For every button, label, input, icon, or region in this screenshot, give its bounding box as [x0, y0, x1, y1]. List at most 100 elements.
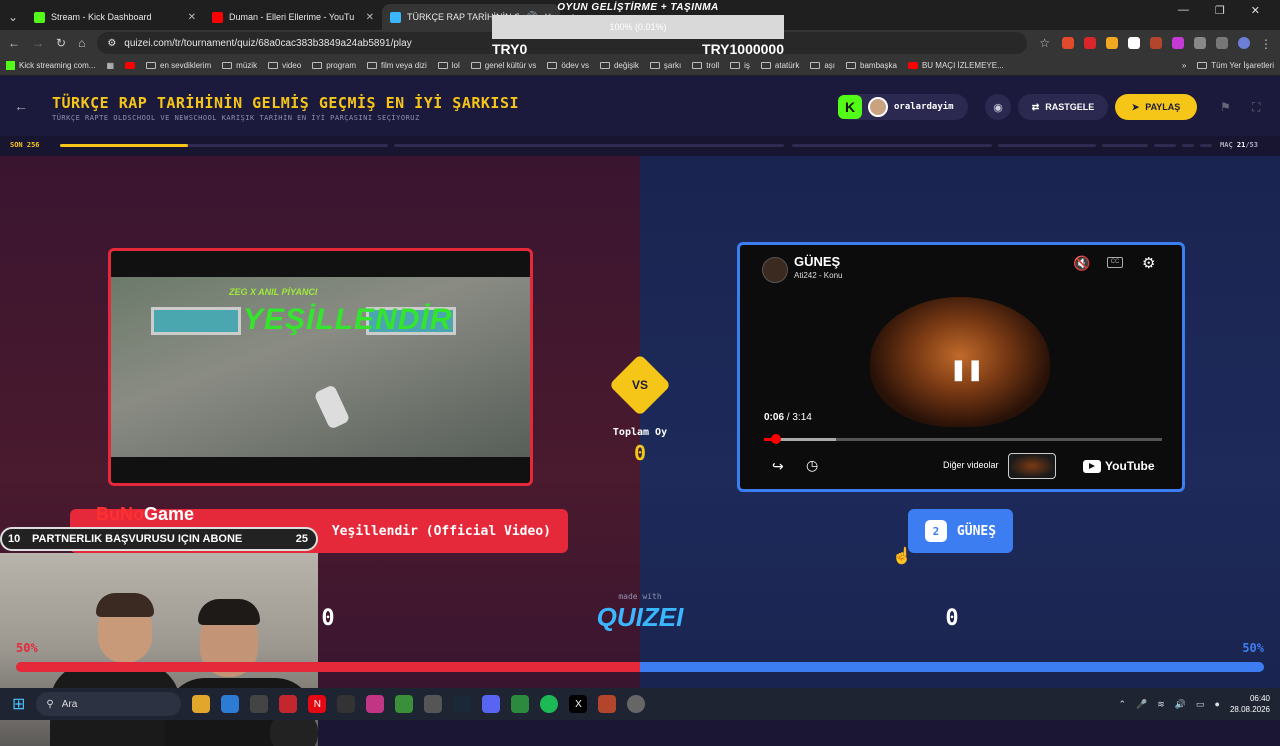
steam-icon[interactable] — [453, 695, 472, 713]
microphone-icon[interactable]: 🎤 — [1136, 699, 1147, 710]
extension-icon[interactable] — [1062, 37, 1074, 49]
app-icon[interactable] — [598, 695, 617, 713]
close-icon[interactable]: ✕ — [366, 12, 374, 23]
extension-icon[interactable] — [1084, 37, 1096, 49]
wifi-icon[interactable]: ≋ — [1157, 699, 1165, 710]
captions-icon[interactable]: CC — [1107, 257, 1123, 268]
bookmark-youtube[interactable]: BU MAÇI İZLEMEYE... — [907, 61, 1004, 70]
seek-handle[interactable] — [771, 434, 782, 444]
discord-icon[interactable] — [482, 695, 501, 713]
mute-icon[interactable]: 🔇 — [1073, 255, 1090, 272]
video-time: 0:06 / 3:14 — [764, 412, 812, 423]
bookmark-label: program — [326, 61, 356, 70]
bookmark-folder[interactable]: şarkı — [649, 61, 681, 70]
bookmark-folder[interactable]: atatürk — [760, 61, 799, 70]
bookmark-folder[interactable]: aşı — [810, 61, 835, 70]
bookmark-folder[interactable]: video — [268, 61, 301, 70]
chevron-right-icon[interactable]: » — [1182, 61, 1186, 70]
app-icon[interactable] — [627, 695, 646, 713]
taskbar-search[interactable]: ⚲ Ara — [36, 692, 182, 716]
random-button[interactable]: ⇄ RASTGELE — [1018, 94, 1108, 120]
extension-icon[interactable] — [1150, 37, 1162, 49]
progress-segment — [1182, 144, 1194, 147]
battery-icon[interactable]: ▭ — [1196, 699, 1205, 710]
eye-icon[interactable]: ◉ — [985, 94, 1011, 120]
bookmark-folder[interactable]: ödev vs — [547, 61, 589, 70]
speedometer-icon[interactable] — [250, 695, 269, 713]
bookmark-star-icon[interactable]: ☆ — [1039, 36, 1050, 50]
bookmark-folder[interactable]: lol — [437, 61, 460, 70]
channel-avatar[interactable] — [762, 257, 788, 283]
x-icon[interactable]: X — [569, 695, 588, 713]
app-icon[interactable] — [511, 695, 530, 713]
more-videos-thumbnail[interactable] — [1008, 453, 1056, 479]
back-icon[interactable]: ← — [8, 36, 20, 50]
youtube-channel-name[interactable]: Ati242 - Konu — [794, 271, 842, 280]
tab-kick-dashboard[interactable]: Stream - Kick Dashboard ✕ — [26, 4, 204, 30]
bookmark-folder[interactable]: değişik — [599, 61, 639, 70]
site-info-icon[interactable]: ⚙ — [107, 38, 116, 49]
bookmark-folder[interactable]: bambaşka — [846, 61, 897, 70]
reload-icon[interactable]: ↻ — [56, 36, 66, 50]
back-arrow-icon[interactable]: ← — [14, 98, 28, 114]
spotify-icon[interactable] — [540, 695, 559, 713]
bookmark-folder[interactable]: en sevdiklerim — [146, 61, 211, 70]
bookmark-folder[interactable]: genel kültür vs — [470, 61, 536, 70]
right-option-button[interactable]: 2 GÜNEŞ — [908, 509, 1013, 553]
share-icon[interactable]: ↪ — [772, 458, 784, 475]
pause-icon[interactable]: ❚❚ — [950, 357, 984, 382]
close-window-icon[interactable]: ✕ — [1251, 4, 1260, 17]
puzzle-icon[interactable] — [1194, 37, 1206, 49]
forward-icon[interactable]: → — [32, 36, 44, 50]
share-button[interactable]: ➤ PAYLAŞ — [1115, 94, 1197, 120]
app-icon[interactable] — [424, 695, 443, 713]
folder-icon — [692, 62, 703, 69]
home-icon[interactable]: ⌂ — [78, 36, 85, 50]
flag-icon[interactable]: ⚑ — [1220, 100, 1231, 114]
bookmark-folder[interactable]: iş — [730, 61, 750, 70]
tab-search-icon[interactable]: ⌄ — [0, 4, 26, 30]
file-explorer-icon[interactable] — [192, 695, 211, 713]
outlook-icon[interactable] — [221, 695, 240, 713]
chevron-up-icon[interactable]: ⌃ — [1118, 699, 1126, 710]
app-icon[interactable] — [279, 695, 298, 713]
windows-start-icon[interactable]: ⊞ — [12, 694, 25, 714]
app-tray-icon[interactable]: ● — [1215, 699, 1220, 709]
progress-fill — [60, 144, 188, 147]
youtube-icon[interactable] — [125, 62, 136, 69]
minimize-icon[interactable]: — — [1178, 4, 1189, 17]
bookmark-kick[interactable]: Kick streaming com... — [6, 61, 95, 70]
tab-youtube-duman[interactable]: Duman - Elleri Ellerime - YouTu ✕ — [204, 4, 382, 30]
gear-icon[interactable]: ⚙ — [1142, 254, 1155, 272]
extension-icon[interactable] — [1128, 37, 1140, 49]
bookmark-folder[interactable]: müzik — [222, 61, 257, 70]
apps-icon[interactable]: ▦ — [106, 61, 114, 70]
instagram-icon[interactable] — [366, 695, 385, 713]
bookmark-folder[interactable]: troll — [692, 61, 719, 70]
right-video-card[interactable]: GÜNEŞ Ati242 - Konu 🔇 CC ⚙ ❚❚ 0:06 / 3:1… — [737, 242, 1185, 492]
profile-avatar[interactable] — [1238, 37, 1250, 49]
netflix-icon[interactable]: N — [308, 695, 327, 713]
maximize-icon[interactable]: ❐ — [1215, 4, 1225, 17]
quizei-logo[interactable]: QUIZEI — [590, 602, 690, 633]
all-bookmarks[interactable]: Tüm Yer İşaretleri — [1197, 61, 1274, 70]
more-videos-label[interactable]: Diğer videolar — [943, 460, 999, 470]
match-total: /53 — [1245, 141, 1258, 149]
close-icon[interactable]: ✕ — [188, 12, 196, 23]
bookmark-folder[interactable]: film veya dizi — [366, 61, 427, 70]
youtube-logo[interactable]: YouTube — [1083, 459, 1155, 473]
bookmark-folder[interactable]: program — [312, 61, 356, 70]
chatgpt-icon[interactable] — [337, 695, 356, 713]
watch-later-icon[interactable]: ◷ — [806, 457, 818, 474]
volume-icon[interactable]: 🔊 — [1175, 699, 1186, 710]
clock[interactable]: 06:40 28.08.2026 — [1230, 693, 1270, 715]
more-icon[interactable]: ⋮ — [1260, 37, 1272, 51]
youtube-video-title[interactable]: GÜNEŞ — [794, 254, 840, 269]
share-label: PAYLAŞ — [1145, 102, 1181, 112]
extension-icon[interactable] — [1172, 37, 1184, 49]
fullscreen-icon[interactable]: ⛶ — [1252, 100, 1260, 115]
extension-icon[interactable] — [1106, 37, 1118, 49]
menu-icon[interactable] — [1216, 37, 1228, 49]
user-pill[interactable]: K oralardayim — [838, 94, 968, 120]
chrome-icon[interactable] — [395, 695, 414, 713]
